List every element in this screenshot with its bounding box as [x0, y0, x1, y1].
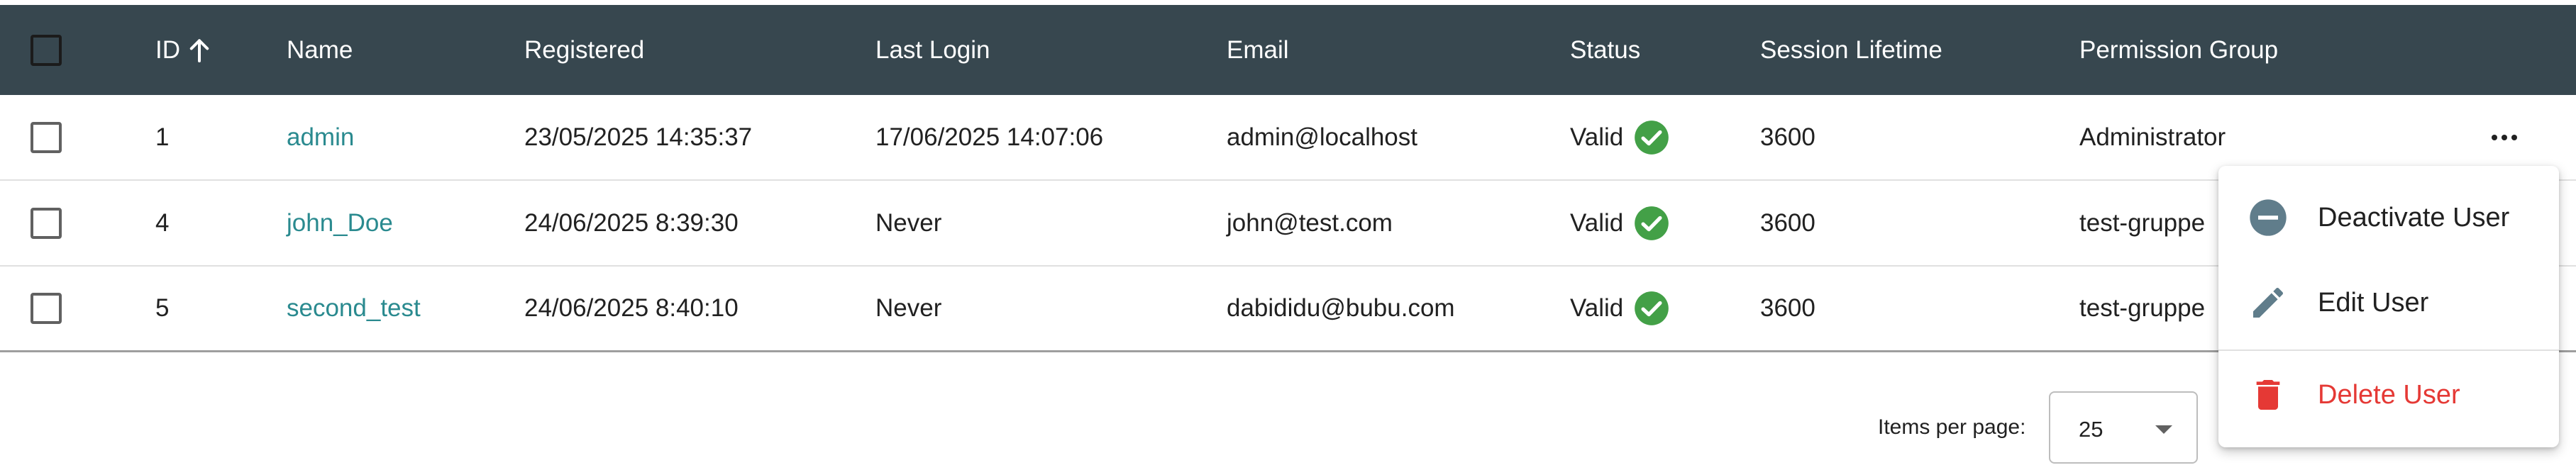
check-circle-icon	[1635, 120, 1669, 155]
arrow-up-icon	[189, 38, 209, 62]
trash-icon	[2256, 380, 2280, 410]
header-last-login[interactable]: Last Login	[875, 5, 990, 95]
cell-registered: 23/05/2025 14:35:37	[524, 123, 753, 151]
cell-email: admin@localhost	[1227, 123, 1417, 151]
cell-session-lifetime: 3600	[1760, 294, 1815, 322]
deactivate-user-menu-item[interactable]: Deactivate User	[2218, 175, 2559, 260]
header-name[interactable]: Name	[287, 5, 353, 95]
page-size-select[interactable]: 25	[2049, 391, 2198, 464]
edit-user-label: Edit User	[2318, 287, 2429, 318]
status-label: Valid	[1570, 208, 1624, 237]
cell-permission-group: test-gruppe	[2079, 294, 2206, 322]
cell-email: dabididu@bubu.com	[1227, 294, 1455, 322]
cell-last-login: Never	[875, 294, 942, 322]
cell-email: john@test.com	[1227, 208, 1393, 237]
more-horizontal-icon	[2492, 134, 2517, 140]
table-row: 4 john_Doe 24/06/2025 8:39:30 Never john…	[0, 181, 2576, 267]
header-permission-group[interactable]: Permission Group	[2079, 5, 2278, 95]
header-id-label: ID	[155, 35, 180, 64]
cell-permission-group: Administrator	[2079, 123, 2226, 151]
cell-status: Valid	[1570, 95, 1670, 179]
header-email[interactable]: Email	[1227, 5, 1289, 95]
user-name-link[interactable]: admin	[287, 95, 354, 179]
deactivate-user-label: Deactivate User	[2318, 202, 2510, 233]
check-circle-icon	[1635, 206, 1669, 240]
user-management-page: ID Name Registered Last Login Email Stat…	[0, 0, 2576, 470]
delete-user-label: Delete User	[2318, 379, 2460, 410]
table-row: 1 admin 23/05/2025 14:35:37 17/06/2025 1…	[0, 95, 2576, 181]
cell-status: Valid	[1570, 181, 1670, 265]
cell-registered: 24/06/2025 8:39:30	[524, 208, 739, 237]
select-all-checkbox[interactable]	[31, 34, 62, 66]
edit-user-menu-item[interactable]: Edit User	[2218, 260, 2559, 345]
cell-status: Valid	[1570, 267, 1670, 350]
menu-divider	[2218, 349, 2559, 351]
cell-registered: 24/06/2025 8:40:10	[524, 294, 739, 322]
minus-circle-icon	[2250, 199, 2287, 236]
cell-id: 1	[155, 123, 170, 151]
cell-last-login: Never	[875, 208, 942, 237]
pencil-icon	[2253, 287, 2284, 318]
status-label: Valid	[1570, 123, 1624, 151]
cell-id: 4	[155, 208, 170, 237]
header-registered[interactable]: Registered	[524, 5, 644, 95]
status-label: Valid	[1570, 294, 1624, 322]
users-table: ID Name Registered Last Login Email Stat…	[0, 5, 2576, 352]
page-size-value: 25	[2079, 417, 2104, 442]
row-checkbox[interactable]	[31, 121, 62, 153]
header-session-lifetime[interactable]: Session Lifetime	[1760, 5, 1942, 95]
check-circle-icon	[1635, 291, 1669, 325]
header-status[interactable]: Status	[1570, 5, 1640, 95]
cell-permission-group: test-gruppe	[2079, 208, 2206, 237]
cell-session-lifetime: 3600	[1760, 208, 1815, 237]
table-header-row: ID Name Registered Last Login Email Stat…	[0, 5, 2576, 95]
cell-id: 5	[155, 294, 170, 322]
cell-session-lifetime: 3600	[1760, 123, 1815, 151]
row-checkbox[interactable]	[31, 293, 62, 324]
table-row: 5 second_test 24/06/2025 8:40:10 Never d…	[0, 267, 2576, 352]
row-actions-menu: Deactivate User Edit User Delete User	[2218, 166, 2559, 447]
header-id[interactable]: ID	[155, 5, 210, 95]
user-name-link[interactable]: john_Doe	[287, 181, 393, 265]
chevron-down-icon	[2155, 425, 2172, 434]
delete-user-menu-item[interactable]: Delete User	[2218, 352, 2559, 437]
row-checkbox[interactable]	[31, 207, 62, 239]
items-per-page-label: Items per page:	[1878, 415, 2026, 439]
cell-last-login: 17/06/2025 14:07:06	[875, 123, 1104, 151]
user-name-link[interactable]: second_test	[287, 267, 421, 350]
